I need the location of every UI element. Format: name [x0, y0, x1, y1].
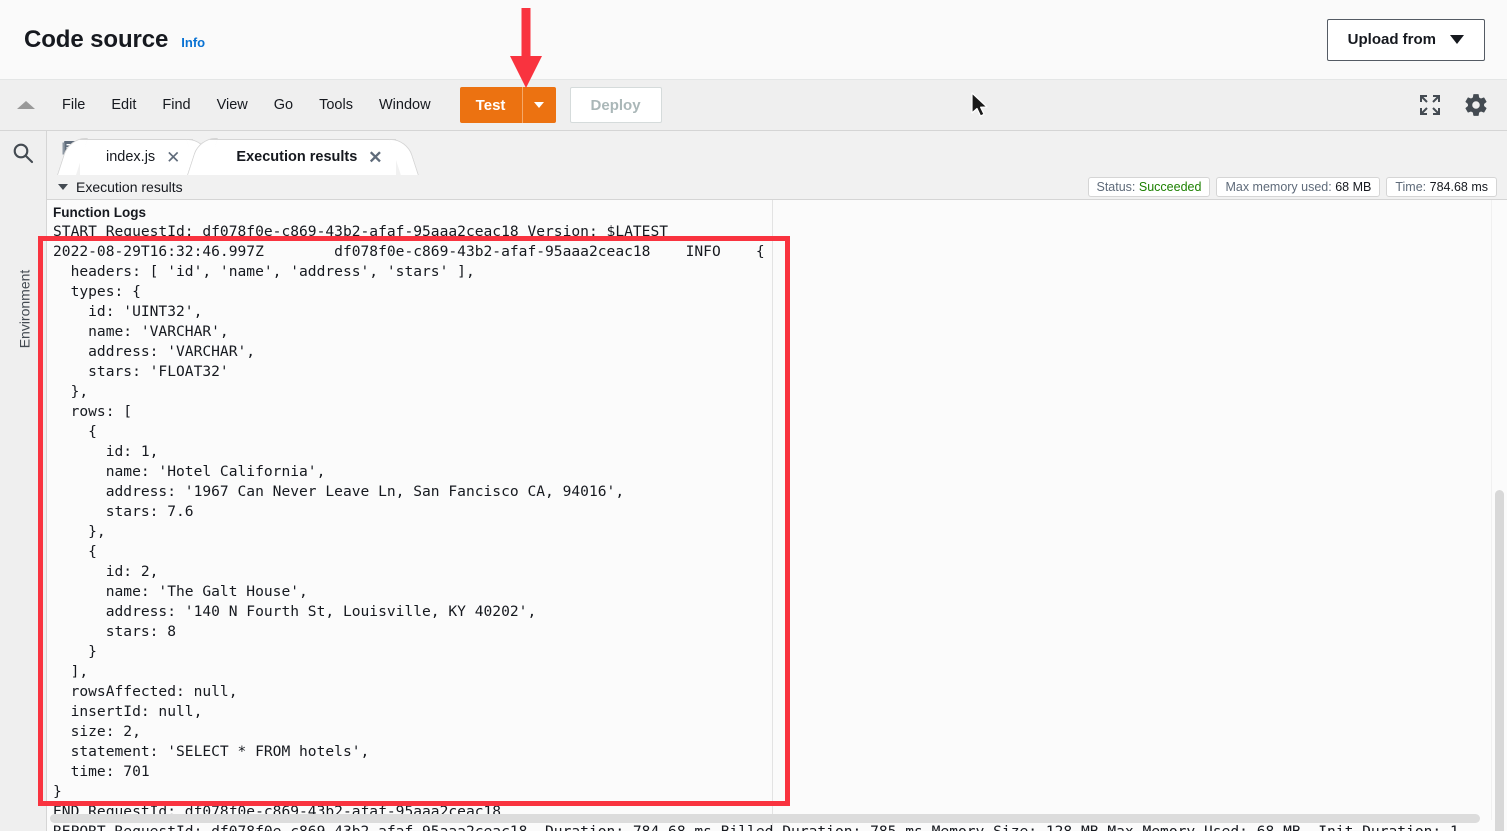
log-line: name: 'VARCHAR', [53, 323, 229, 340]
memory-badge: Max memory used: 68 MB [1216, 177, 1381, 197]
function-logs-heading: Function Logs [53, 205, 146, 220]
menu-item-find[interactable]: Find [149, 80, 203, 130]
menu-item-tools[interactable]: Tools [306, 80, 366, 130]
menu-item-edit[interactable]: Edit [98, 80, 149, 130]
upload-from-label: Upload from [1347, 31, 1436, 48]
menu-item-view[interactable]: View [204, 80, 261, 130]
menu-item-file[interactable]: File [49, 80, 98, 130]
log-line: stars: 'FLOAT32' [53, 363, 229, 380]
log-line: { [53, 543, 97, 560]
log-line: ], [53, 663, 89, 680]
sidebar-item-environment[interactable]: Environment [17, 257, 33, 362]
log-line: rows: [ [53, 403, 133, 420]
test-dropdown-button[interactable] [521, 87, 556, 123]
page-header: Code source Info Upload from [0, 0, 1507, 80]
log-line: time: 701 [53, 763, 150, 780]
expand-icon[interactable] [1419, 94, 1441, 116]
horizontal-scrollbar-thumb[interactable] [50, 814, 1480, 823]
log-line: statement: 'SELECT * FROM hotels', [53, 743, 370, 760]
chevron-down-icon [1450, 35, 1464, 44]
log-line: address: 'VARCHAR', [53, 343, 256, 360]
log-line: }, [53, 383, 89, 400]
time-badge: Time: 784.68 ms [1386, 177, 1497, 197]
tab-index-js[interactable]: index.js ✕ [80, 139, 194, 175]
test-button-group: Test [459, 87, 556, 123]
log-line: id: 2, [53, 563, 159, 580]
log-line: types: { [53, 283, 141, 300]
header-title-group: Code source Info [24, 26, 205, 54]
log-line: { [53, 423, 97, 440]
log-line: address: '140 N Fourth St, Louisville, K… [53, 603, 537, 620]
log-line: headers: [ 'id', 'name', 'address', 'sta… [53, 263, 475, 280]
status-badge: Status: Succeeded [1087, 177, 1211, 197]
log-line: 2022-08-29T16:32:46.997Z df078f0e-c869-4… [53, 243, 765, 260]
log-line: id: 'UINT32', [53, 303, 203, 320]
time-value: 784.68 ms [1429, 180, 1488, 194]
deploy-button[interactable]: Deploy [569, 87, 662, 123]
tab-label: Execution results [236, 149, 358, 165]
close-icon[interactable]: ✕ [166, 149, 180, 166]
menubar-right-icons [1419, 92, 1489, 118]
upload-from-button[interactable]: Upload from [1326, 18, 1485, 61]
triangle-up-icon[interactable] [17, 101, 35, 109]
vertical-scrollbar-thumb[interactable] [1495, 490, 1504, 831]
status-value: Succeeded [1138, 180, 1202, 194]
log-line: rowsAffected: null, [53, 683, 238, 700]
search-icon[interactable] [11, 141, 35, 170]
log-line: } [53, 643, 97, 660]
log-line: }, [53, 523, 106, 540]
page-title: Code source [24, 25, 169, 53]
menu-item-window[interactable]: Window [366, 80, 444, 130]
function-logs-area: Function Logs START RequestId: df078f0e-… [47, 200, 1507, 831]
menu-item-go[interactable]: Go [261, 80, 306, 130]
log-line: stars: 7.6 [53, 503, 194, 520]
tab-label: index.js [106, 149, 156, 165]
caret-down-icon[interactable] [58, 184, 68, 190]
tab-top-border [210, 139, 396, 140]
log-line: size: 2, [53, 723, 141, 740]
gear-icon[interactable] [1463, 92, 1489, 118]
log-line: id: 1, [53, 443, 159, 460]
info-link[interactable]: Info [181, 35, 205, 50]
code-source-panel: Code source Info Upload from File Edit F… [0, 0, 1507, 831]
log-line: name: 'Hotel California', [53, 463, 326, 480]
vertical-scrollbar-track[interactable] [1491, 200, 1507, 831]
memory-value: 68 MB [1335, 180, 1372, 194]
editor-menubar: File Edit Find View Go Tools Window Test… [0, 80, 1507, 131]
tab-top-border [80, 139, 194, 140]
log-line: insertId: null, [53, 703, 203, 720]
editor-tabstrip: index.js ✕ Execution results ✕ + [47, 131, 1507, 175]
log-line: stars: 8 [53, 623, 177, 640]
execution-results-bar: Execution results Status: Succeeded Max … [47, 175, 1507, 200]
status-badges: Status: Succeeded Max memory used: 68 MB… [1087, 177, 1497, 197]
left-rail: Environment [0, 131, 47, 831]
execution-results-title: Execution results [76, 179, 183, 195]
log-line: address: '1967 Can Never Leave Ln, San F… [53, 483, 625, 500]
header-actions: Upload from [1326, 18, 1485, 61]
tab-execution-results[interactable]: Execution results ✕ [210, 139, 396, 175]
log-line: } [53, 783, 62, 800]
log-output: START RequestId: df078f0e-c869-43b2-afaf… [53, 222, 1459, 831]
log-line: START RequestId: df078f0e-c869-43b2-afaf… [53, 223, 669, 240]
test-button[interactable]: Test [459, 87, 522, 123]
log-line: name: 'The Galt House', [53, 583, 308, 600]
close-icon[interactable]: ✕ [368, 149, 382, 166]
caret-down-icon [534, 102, 545, 108]
